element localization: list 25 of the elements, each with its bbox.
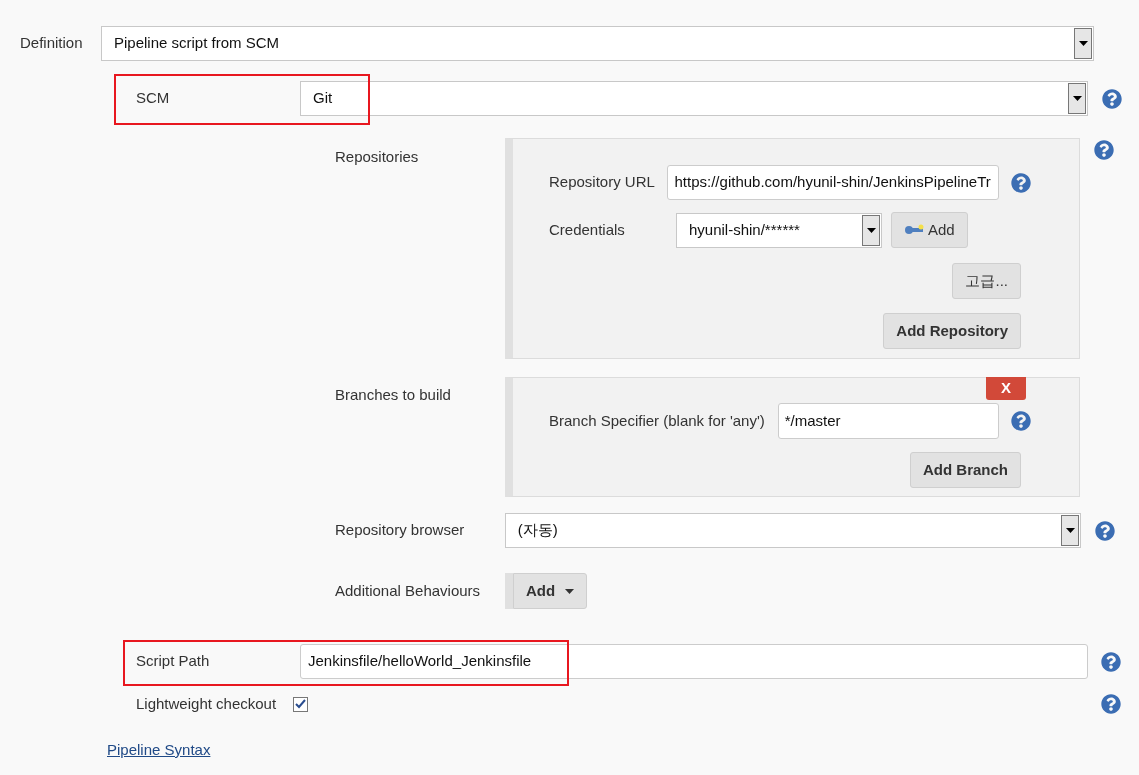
field-label: Credentials	[549, 219, 626, 240]
field-label: Branches to build	[335, 385, 452, 405]
add-repository-button[interactable]: Add Repository	[883, 313, 1021, 349]
script-path-field[interactable]: Jenkinsfile/helloWorld_Jenkinsfile	[300, 644, 1088, 679]
delete-button[interactable]: X	[986, 377, 1026, 400]
field-label: SCM	[136, 88, 171, 109]
add-credentials-button[interactable]: Add	[891, 212, 968, 248]
field-label: Definition	[20, 33, 84, 54]
field-label: Script Path	[136, 651, 211, 672]
field-label: Branch Specifier (blank for 'any')	[549, 410, 766, 431]
advanced-button[interactable]: 고급...	[952, 263, 1021, 299]
field-label: Repositories	[335, 147, 420, 167]
pipeline-syntax-link[interactable]: Pipeline Syntax	[107, 740, 211, 758]
field-label: Lightweight checkout	[136, 694, 277, 714]
field-label: Repository URL	[549, 172, 656, 193]
field-label: Additional Behaviours	[335, 580, 482, 601]
branch-specifier-field[interactable]: */master	[777, 403, 999, 439]
field-label: Repository browser	[335, 520, 466, 541]
repository-url-field[interactable]: https://github.com/hyunil-shin/JenkinsPipelineTr	[666, 165, 999, 200]
credentials-select[interactable]: hyunil-shin/******	[676, 212, 882, 248]
repository-browser-select[interactable]: (자동)	[504, 513, 1081, 548]
add-branch-button[interactable]: Add Branch	[910, 452, 1021, 488]
definition-select[interactable]: Pipeline script from SCM	[101, 26, 1094, 61]
scm-select[interactable]: Git	[300, 81, 1088, 116]
add-behaviour-button[interactable]: Add	[513, 573, 588, 609]
